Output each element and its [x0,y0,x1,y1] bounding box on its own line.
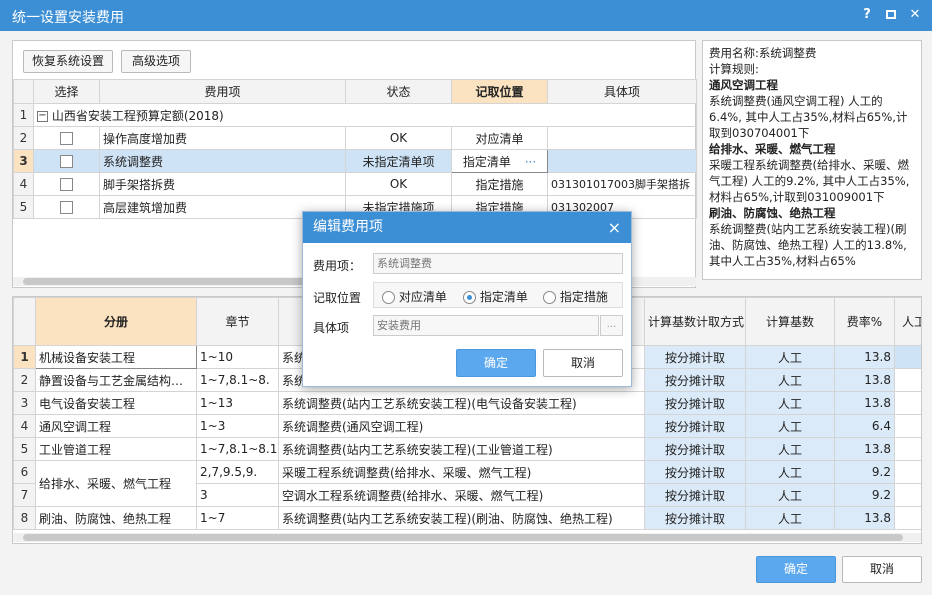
table-row[interactable]: 4 通风空调工程 1~3 系统调整费(通风空调工程) 按分摊计取 人工 6.4 [13,414,921,438]
dialog-ok-button[interactable]: 确定 [456,349,536,377]
ok-button[interactable]: 确定 [756,556,836,583]
dialog-title-bar: 编辑费用项 × [303,212,631,243]
checkbox[interactable] [60,132,73,145]
table-row[interactable]: 1 − 山西省安装工程预算定额(2018) [13,103,697,127]
restore-settings-button[interactable]: 恢复系统设置 [23,50,113,73]
cancel-button[interactable]: 取消 [842,556,922,583]
note-line: 通风空调工程 [709,78,778,92]
advanced-options-button[interactable]: 高级选项 [121,50,191,73]
fee-rule-description: 费用名称:系统调整费 计算规则: 通风空调工程系统调整费(通风空调工程) 人工的6.… [702,40,922,280]
note-line: 计算规则: [709,62,759,76]
radio-specified-list[interactable]: 指定清单 [463,288,528,305]
checkbox[interactable] [60,178,73,191]
note-line: 系统调整费(通风空调工程) 人工的6.4%, 其中人工占35%,材料占65%,计… [709,94,908,140]
table-row[interactable]: 3 系统调整费 未指定清单项 指定清单 ··· [13,149,697,173]
maximize-icon[interactable] [882,6,900,24]
col-fee-item[interactable]: 费用项 [99,79,346,104]
note-line: 采暖工程系统调整费(给排水、采暖、燃气工程) 人工的9.2%, 其中人工占35%… [709,158,910,204]
more-icon[interactable]: ··· [525,155,536,169]
table-row[interactable]: 3 电气设备安装工程 1~13 系统调整费(站内工艺系统安装工程)(电气设备安装工程)… [13,391,921,415]
col-rate[interactable]: 费率% [834,297,895,346]
col-base-mode[interactable]: 计算基数计取方式 [644,297,746,346]
browse-button[interactable]: ... [600,315,623,336]
window-title: 统一设置安装费用 [12,10,124,26]
dialog-title: 编辑费用项 [313,219,383,235]
edit-fee-dialog: 编辑费用项× 费用项： 记取位置 对应清单 指定清单 指定措施 具体项 ... … [302,211,632,387]
dialog-cancel-button[interactable]: 取消 [543,349,623,377]
col-status[interactable]: 状态 [345,79,452,104]
note-line: 刷油、防腐蚀、绝热工程 [709,206,836,220]
fee-items-table: 选择 费用项 状态 记取位置 具体项 1 − 山西省安装工程预算定额(2018)… [13,79,697,219]
item-label: 具体项 [313,321,350,335]
radio-specified-measure[interactable]: 指定措施 [543,288,608,305]
note-line: 系统调整费(站内工艺系统安装工程)(刷油、防腐蚀、绝热工程) 人工的13.8%,… [709,222,907,268]
fee-item-input[interactable] [373,253,623,274]
position-dropdown[interactable]: 指定清单 [463,155,511,169]
checkbox[interactable] [60,155,73,168]
root-label: 山西省安装工程预算定额(2018) [51,108,224,123]
col-select[interactable]: 选择 [33,79,100,104]
item-input[interactable] [373,315,599,336]
horizontal-scrollbar[interactable] [13,533,921,542]
table-row[interactable]: 8 刷油、防腐蚀、绝热工程 1~7 系统调整费(站内工艺系统安装工程)(刷油、防腐蚀、… [13,506,921,530]
col-item[interactable]: 具体项 [547,79,697,104]
position-label: 记取位置 [313,291,362,305]
table-row[interactable]: 2 操作高度增加费 OK 对应清单 [13,126,697,150]
title-bar: 统一设置安装费用 ? ✕ [0,0,932,31]
col-position[interactable]: 记取位置 [451,79,548,104]
table-row[interactable]: 4 脚手架搭拆费 OK 指定措施 031301017003脚手架搭拆 [13,172,697,196]
fee-item-label: 费用项： [313,259,362,273]
help-icon[interactable]: ? [858,6,876,24]
col-labor[interactable]: 人工 [894,297,921,346]
col-base[interactable]: 计算基数 [745,297,835,346]
close-icon[interactable]: ✕ [906,6,924,24]
close-icon[interactable]: × [608,212,621,243]
checkbox[interactable] [60,201,73,214]
note-line: 给排水、采暖、燃气工程 [709,142,836,156]
note-line: 费用名称:系统调整费 [709,46,817,60]
radio-corresponding[interactable]: 对应清单 [382,288,447,305]
table-row[interactable]: 6 给排水、采暖、燃气工程 2,7,9.5,9. 采暖工程系统调整费(给排水、采暖、燃… [13,460,921,507]
table-row[interactable]: 5 工业管道工程 1~7,8.1~8.16 系统调整费(站内工艺系统安装工程)(工业管… [13,437,921,461]
col-chapter[interactable]: 章节 [196,297,279,346]
collapse-icon[interactable]: − [37,110,48,122]
col-book[interactable]: 分册 [35,297,197,346]
position-radio-group: 对应清单 指定清单 指定措施 [373,282,623,308]
